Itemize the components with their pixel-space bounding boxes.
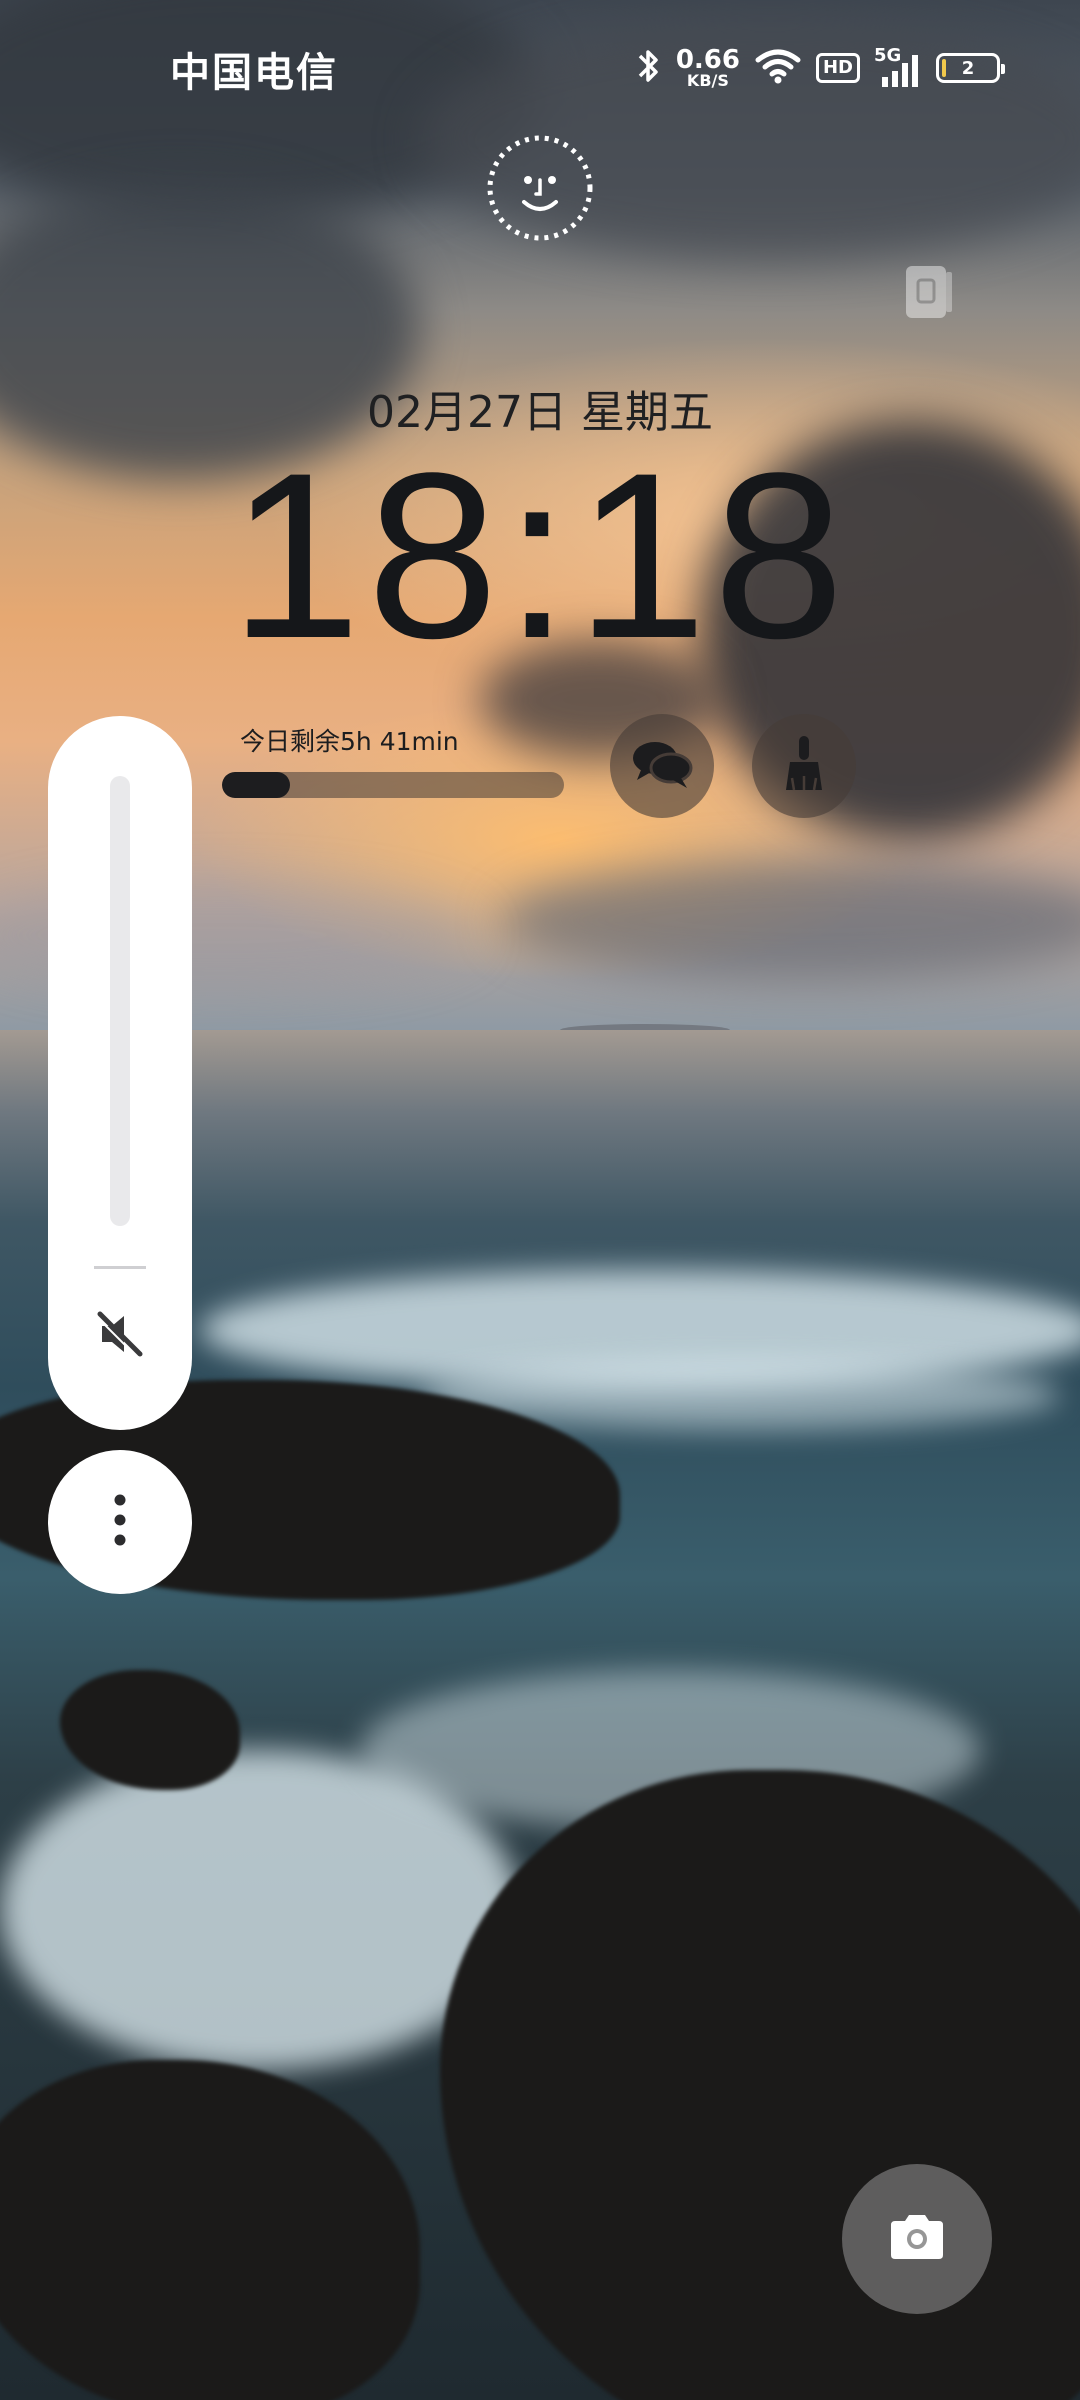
net-speed: 0.66 KB/S: [676, 47, 740, 89]
net-speed-unit: KB/S: [686, 71, 729, 90]
more-vertical-icon: [110, 1490, 130, 1554]
speaker-muted-icon: [92, 1306, 148, 1366]
signal-5g-icon: 5G: [874, 45, 922, 89]
chat-shortcut-button[interactable]: [610, 714, 714, 818]
screen-time-progress-fill: [222, 772, 291, 798]
broom-icon: [776, 732, 832, 800]
status-bar: 中国电信 0.66 KB/S HD 5G 2: [0, 0, 1080, 130]
screen-time-widget[interactable]: 今日剩余5h 41min: [222, 722, 566, 798]
battery-level-bar: [942, 59, 946, 77]
hd-badge: HD: [815, 53, 860, 83]
carrier-name: 中国电信: [170, 50, 338, 96]
screen-time-progress: [222, 772, 564, 798]
battery-level: 2: [961, 57, 975, 79]
clean-shortcut-button[interactable]: [752, 714, 856, 818]
lock-clock: 18:18: [229, 424, 851, 688]
mute-toggle-button[interactable]: [90, 1306, 150, 1366]
screen-time-label: 今日剩余5h 41min: [240, 727, 459, 756]
net-speed-value: 0.66: [675, 45, 740, 75]
face-unlock-icon[interactable]: [486, 134, 594, 242]
camera-icon: [887, 2213, 947, 2265]
status-icons: 0.66 KB/S HD 5G 2: [636, 44, 1005, 92]
lock-screen: 中国电信 0.66 KB/S HD 5G 2 02月27日 星期五 18:18 …: [0, 0, 1080, 2400]
camera-shortcut-button[interactable]: [842, 2164, 992, 2314]
volume-slider[interactable]: [110, 776, 130, 1226]
wifi-icon: [754, 46, 802, 90]
volume-panel: [48, 716, 192, 1430]
volume-divider: [94, 1266, 146, 1269]
bluetooth-icon: [636, 46, 662, 90]
battery-icon: 2: [936, 53, 1005, 83]
volume-more-button[interactable]: [48, 1450, 192, 1594]
documents-widget-icon[interactable]: [900, 262, 960, 322]
chat-bubbles-icon: [627, 734, 697, 798]
